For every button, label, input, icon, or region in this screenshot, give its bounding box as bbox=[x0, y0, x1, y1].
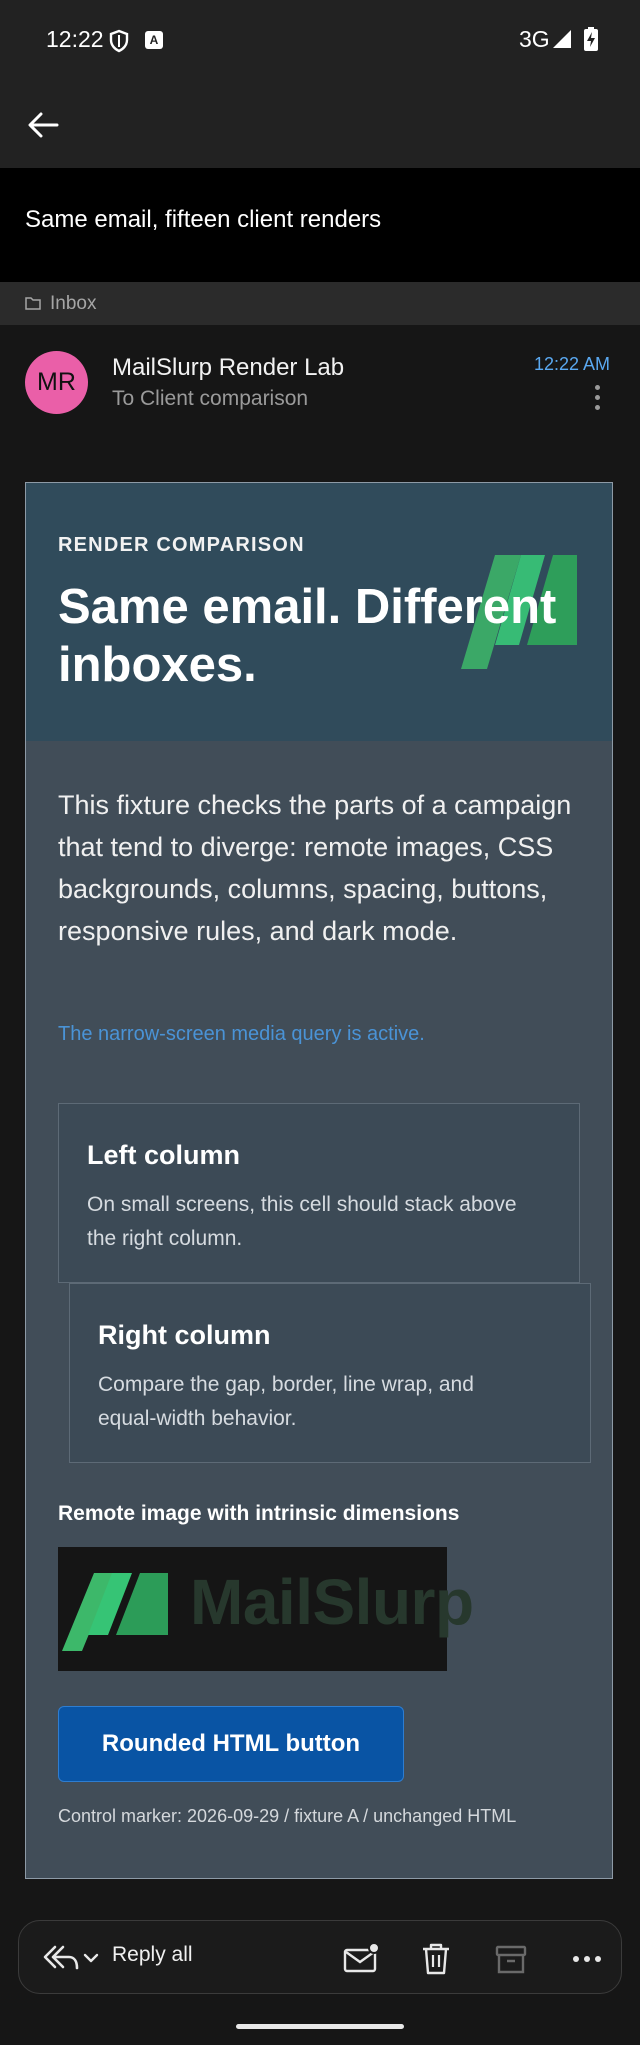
app-bar bbox=[0, 80, 640, 168]
network-type: 3G bbox=[519, 26, 550, 52]
sender-name[interactable]: MailSlurp Render Lab bbox=[112, 354, 344, 382]
status-time: 12:22 bbox=[46, 26, 104, 52]
reply-all-icon[interactable] bbox=[41, 1941, 101, 1975]
right-column-cell: Right column Compare the gap, border, li… bbox=[69, 1283, 591, 1463]
signal-icon bbox=[553, 30, 571, 48]
hero-section: RENDER COMPARISON Same email. Different … bbox=[26, 483, 612, 741]
intro-paragraph: This fixture checks the parts of a campa… bbox=[58, 790, 572, 946]
arrow-left-icon bbox=[28, 112, 59, 138]
folder-label: Inbox bbox=[50, 293, 97, 314]
folder-bar[interactable]: Inbox bbox=[0, 282, 640, 325]
folder-icon bbox=[25, 297, 41, 310]
media-query-note: The narrow-screen media query is active. bbox=[58, 1023, 425, 1045]
remote-image[interactable]: MailSlurp bbox=[58, 1547, 474, 1671]
email-body: RENDER COMPARISON Same email. Different … bbox=[25, 482, 613, 1879]
battery-charging-icon bbox=[584, 27, 598, 51]
eyebrow-label: RENDER COMPARISON bbox=[58, 534, 305, 556]
shield-icon bbox=[109, 29, 129, 53]
left-column-title: Left column bbox=[87, 1140, 240, 1170]
reply-all-button[interactable]: Reply all bbox=[112, 1943, 193, 1967]
brand-wordmark: MailSlurp bbox=[190, 1566, 474, 1638]
archive-icon[interactable] bbox=[493, 1941, 529, 1977]
avatar[interactable]: MR bbox=[25, 351, 88, 414]
rounded-html-button[interactable]: Rounded HTML button bbox=[58, 1706, 404, 1782]
headline: Same email. Different inboxes. bbox=[58, 580, 557, 692]
a-badge-icon: A bbox=[145, 31, 163, 49]
back-button[interactable] bbox=[22, 104, 64, 146]
more-options-button[interactable] bbox=[588, 382, 606, 412]
message-time: 12:22 AM bbox=[534, 354, 611, 374]
mark-unread-icon[interactable] bbox=[343, 1941, 379, 1977]
action-bar: Reply all bbox=[18, 1920, 622, 1994]
control-marker: Control marker: 2026-09-29 / fixture A /… bbox=[58, 1806, 517, 1826]
home-indicator[interactable] bbox=[236, 2024, 404, 2029]
status-bar: 12:22 A 3G bbox=[0, 0, 640, 80]
right-column-title: Right column bbox=[98, 1320, 271, 1350]
image-caption: Remote image with intrinsic dimensions bbox=[58, 1502, 460, 1525]
left-column-text: On small screens, this cell should stack… bbox=[87, 1193, 517, 1250]
left-column-cell: Left column On small screens, this cell … bbox=[58, 1103, 580, 1283]
email-subject: Same email, fifteen client renders bbox=[25, 206, 382, 233]
mailslurp-logo-icon bbox=[62, 1573, 168, 1651]
recipient-line[interactable]: To Client comparison bbox=[112, 387, 308, 411]
more-icon[interactable] bbox=[569, 1941, 605, 1977]
right-column-text: Compare the gap, border, line wrap, and … bbox=[98, 1373, 474, 1430]
subject-bar: Same email, fifteen client renders bbox=[0, 168, 640, 282]
trash-icon[interactable] bbox=[418, 1941, 454, 1977]
